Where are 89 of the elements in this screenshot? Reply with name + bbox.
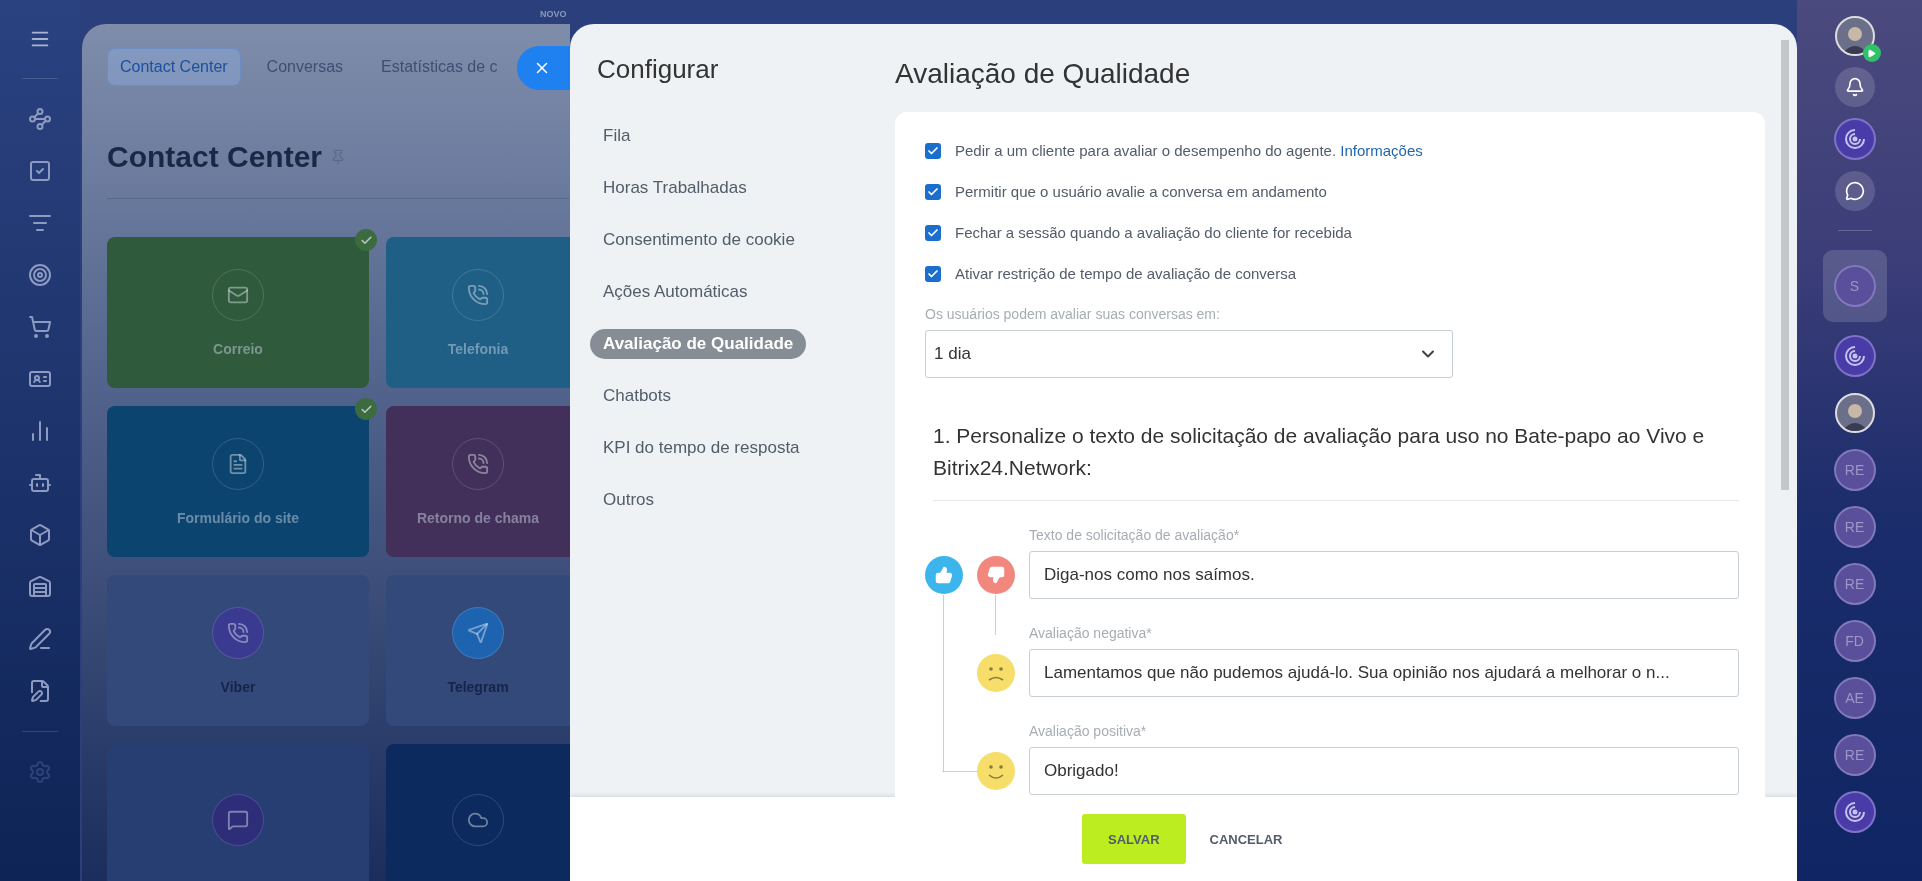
tab[interactable]: Estatísticas de c [369,49,510,85]
section-title: Avaliação de Qualidade [895,58,1192,90]
tile-label: Telefonia [447,340,509,357]
nodes-icon[interactable] [28,107,52,131]
text-field[interactable]: Lamentamos que não pudemos ajudá-lo. Sua opinião nos ajudará a melhorar o n... [1029,649,1739,697]
text-field[interactable]: Obrigado! [1029,747,1739,795]
option-label: Pedir a um cliente para avaliar o desempenho do agente. Informações [955,142,1423,159]
user-avatar[interactable] [1834,16,1875,56]
info-link[interactable]: Informações [1340,142,1423,159]
menu-item[interactable]: Ações Automáticas [590,277,761,307]
thumbs-up-icon [925,556,963,594]
tab[interactable]: Conversas [254,49,356,85]
check-icon [927,226,939,239]
chat-avatar[interactable]: RE [1833,506,1876,548]
menu-item[interactable]: Outros [590,485,668,515]
option-label: Fechar a sessão quando a avaliação do cliente for recebida [955,224,1352,241]
tile-label: Correio [213,340,263,357]
chat-icon [1844,181,1865,201]
option-label: Ativar restrição de tempo de avaliação de conversa [955,265,1296,282]
cart-icon[interactable] [28,315,52,339]
phone-icon [467,452,489,475]
thumbs-down-icon [977,556,1015,594]
field-label: Os usuários podem avaliar suas conversas em: [925,306,1221,322]
field-label: Avaliação positiva* [1029,723,1148,739]
bell-icon [1844,77,1865,97]
check-icon [927,185,939,198]
target-icon[interactable] [28,263,52,287]
option-label: Permitir que o usuário avalie a conversa em andamento [955,183,1327,200]
text-field[interactable]: Diga-nos como nos saímos. [1029,551,1739,599]
checkbox[interactable] [925,183,941,200]
chat-avatar[interactable]: RE [1833,449,1876,491]
assistant-button[interactable] [1833,791,1876,833]
sad-face-icon [977,654,1015,692]
tile-label: Formulário do site [176,509,300,526]
chat-avatar[interactable]: FD [1833,620,1876,662]
save-button[interactable]: SALVAR [1082,814,1186,864]
notification-button[interactable] [1834,67,1875,107]
cancel-button[interactable]: CANCELAR [1205,814,1287,864]
phone-icon [467,283,489,306]
robot-icon[interactable] [28,471,52,495]
new-label: NOVO [540,8,567,19]
tile-label: Retorno de chama [416,509,540,526]
field-label: Avaliação negativa* [1029,625,1153,641]
channel-tile[interactable]: Correio [107,237,369,388]
smiley-icon [977,752,1015,790]
play-icon [1862,44,1881,62]
menu-item[interactable]: Horas Trabalhadas [590,173,760,203]
assistant-button[interactable] [1833,335,1876,377]
menu-item[interactable]: Chatbots [590,381,685,411]
channel-tile[interactable] [386,744,570,881]
chat-avatar[interactable]: S [1833,265,1876,307]
chat-icon [227,808,249,831]
phone-icon [227,621,249,644]
document-pen-icon[interactable] [28,679,52,703]
menu-item[interactable]: Fila [590,121,644,151]
checkbox[interactable] [925,142,941,159]
channel-tile[interactable]: Telefonia [386,237,570,388]
assistant-button[interactable] [1833,118,1876,160]
check-icon [927,144,939,157]
swirl-icon [1843,345,1866,367]
channel-tile[interactable]: Retorno de chama [386,406,570,557]
menu-title: Configurar [596,54,720,85]
tab[interactable]: Contact Center [107,48,241,86]
menu-item[interactable]: KPI do tempo de resposta [590,433,813,463]
checkbox-icon[interactable] [28,159,52,183]
cabinet-icon[interactable] [28,575,52,599]
cube-icon[interactable] [28,523,52,547]
field-label: Texto de solicitação de avaliação* [1029,527,1241,543]
pen-icon[interactable] [28,627,52,651]
section-heading: 1. Personalize o texto de solicitação de avaliação para uso no Bate-papo ao Vivo e Bitrix24.Network: [933,420,1739,501]
checkbox[interactable] [925,265,941,282]
page-title: Contact Center [107,140,323,174]
user-avatar[interactable] [1834,393,1875,433]
swirl-icon [1843,128,1866,150]
chat-avatar[interactable]: RE [1833,734,1876,776]
swirl-icon [1843,801,1866,823]
chat-avatar[interactable]: AE [1833,677,1876,719]
menu-item[interactable]: Avaliação de Qualidade [590,329,807,359]
check-icon [927,267,939,280]
chat-avatar[interactable]: RE [1833,563,1876,605]
checkbox[interactable] [925,224,941,241]
channel-tile[interactable]: Formulário do site [107,406,369,557]
chat-button[interactable] [1834,171,1875,211]
menu-item[interactable]: Consentimento de cookie [590,225,808,255]
period-select[interactable]: 1 dia [925,330,1453,378]
scrollbar[interactable] [1781,40,1789,490]
channel-tile[interactable] [107,744,369,881]
paper-plane-icon [467,621,489,644]
document-icon [227,452,249,475]
